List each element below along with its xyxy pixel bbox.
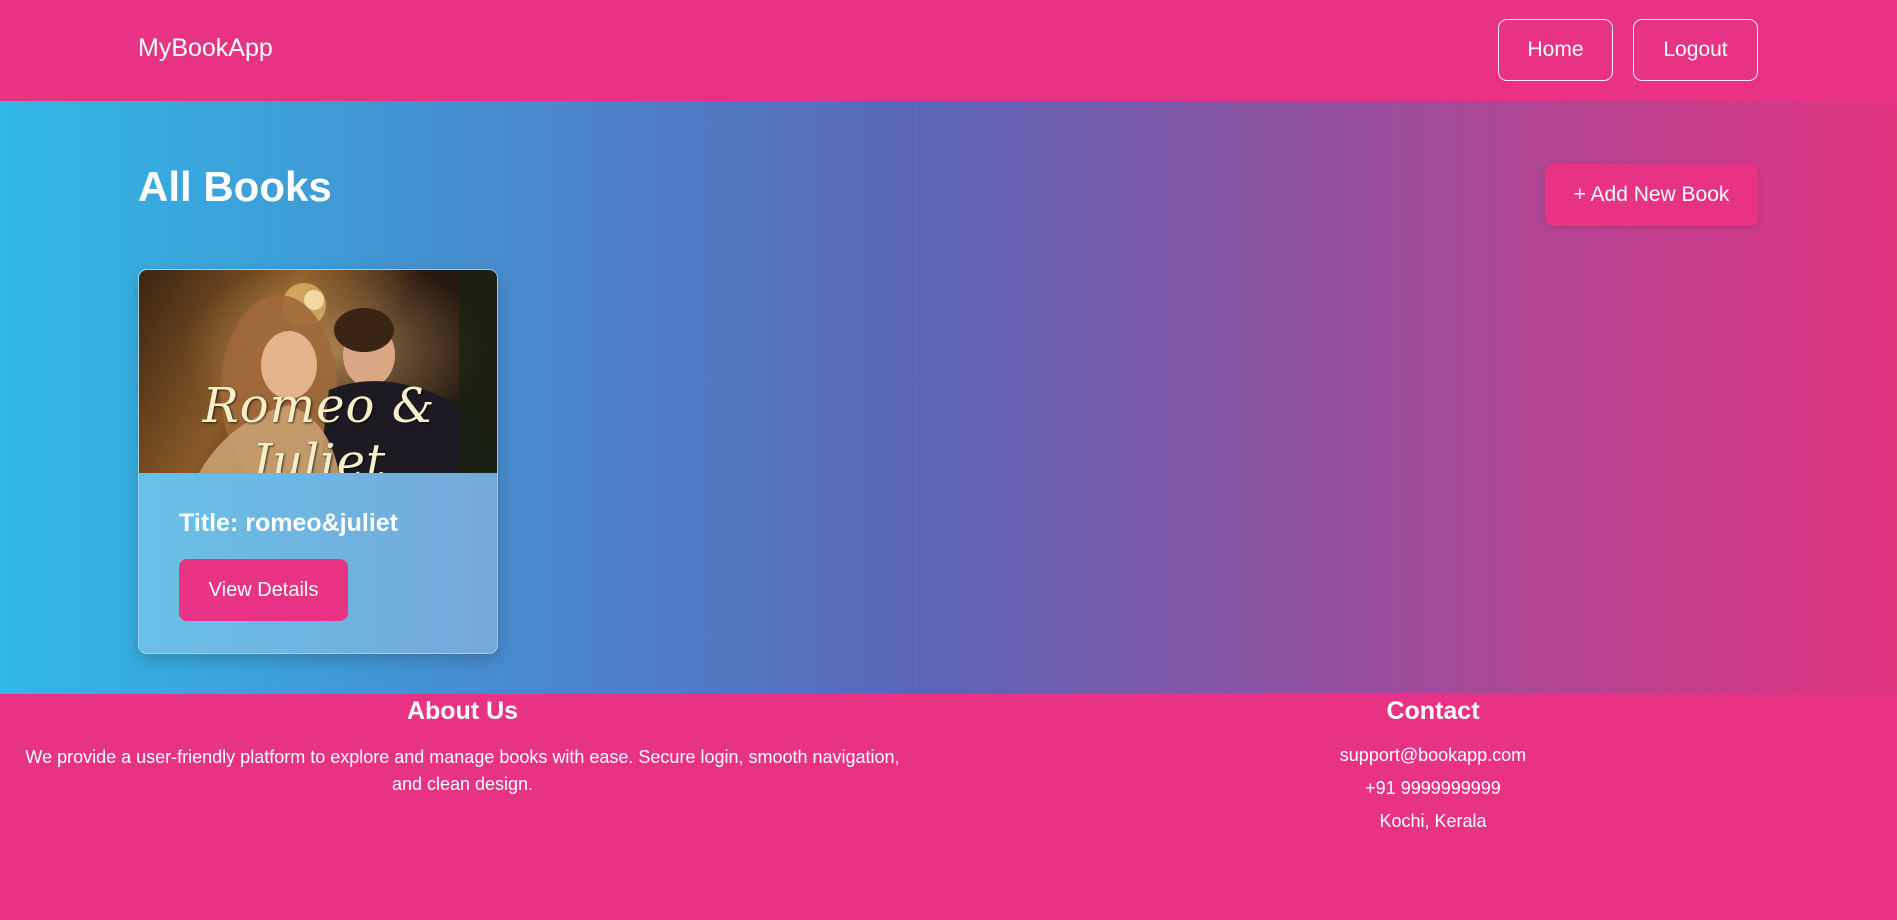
logout-button[interactable]: Logout xyxy=(1633,19,1758,81)
home-button[interactable]: Home xyxy=(1498,19,1613,81)
about-text: We provide a user-friendly platform to e… xyxy=(25,747,900,794)
contact-location: Kochi, Kerala xyxy=(1379,811,1487,831)
page-title: All Books xyxy=(138,163,332,210)
book-cover-caption: Romeo & Juliet xyxy=(202,378,436,473)
add-new-book-button[interactable]: + Add New Book xyxy=(1545,164,1758,226)
book-cover-image: Romeo & Juliet xyxy=(139,270,497,473)
contact-phone: +91 9999999999 xyxy=(1365,778,1501,798)
main-content: All Books + Add New Book Romeo & Juliet … xyxy=(0,101,1897,694)
footer-about-section: About Us We provide a user-friendly plat… xyxy=(0,694,925,798)
about-heading: About Us xyxy=(406,697,519,725)
footer-contact-section: Contact support@bookapp.com +91 99999999… xyxy=(1240,694,1626,838)
book-card: Romeo & Juliet Title: romeo&juliet View … xyxy=(138,269,498,654)
navbar: MyBookApp Home Logout xyxy=(0,0,1897,101)
view-details-button[interactable]: View Details xyxy=(179,559,348,621)
contact-email: support@bookapp.com xyxy=(1339,745,1527,765)
book-title: Title: romeo&juliet xyxy=(179,509,399,537)
contact-heading: Contact xyxy=(1386,697,1480,725)
brand-logo[interactable]: MyBookApp xyxy=(138,34,273,63)
footer: About Us We provide a user-friendly plat… xyxy=(0,694,1897,920)
